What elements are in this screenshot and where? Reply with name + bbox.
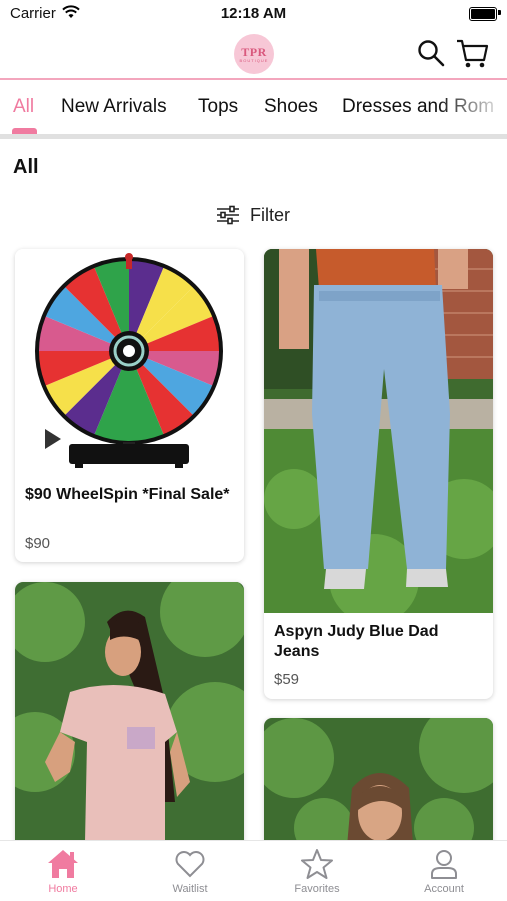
tab-favorites-label: Favorites	[294, 883, 340, 895]
bottom-tab-bar: Home Waitlist Favorites Account	[0, 840, 507, 901]
product-image-prize-wheel	[15, 249, 244, 477]
tab-new-arrivals[interactable]: New Arrivals	[61, 96, 167, 118]
tab-account[interactable]: Account	[381, 841, 507, 901]
battery-icon	[469, 7, 497, 21]
home-icon	[48, 850, 78, 878]
product-card[interactable]	[264, 718, 493, 858]
tab-waitlist[interactable]: Waitlist	[127, 841, 253, 901]
tab-home-label: Home	[48, 883, 78, 895]
product-card[interactable]: $90 WheelSpin *Final Sale* $90	[15, 249, 244, 562]
tab-shoes[interactable]: Shoes	[264, 96, 318, 118]
star-icon	[301, 849, 333, 879]
tabs-divider	[0, 134, 507, 139]
search-icon[interactable]	[416, 38, 446, 68]
product-price: $90	[25, 535, 51, 552]
person-icon	[431, 850, 457, 879]
category-tabs: All New Arrivals Tops Shoes Dresses and …	[0, 80, 507, 136]
cart-icon[interactable]	[455, 36, 489, 70]
tab-waitlist-label: Waitlist	[172, 883, 208, 895]
product-name: Aspyn Judy Blue Dad Jeans	[274, 623, 439, 660]
tab-home[interactable]: Home	[0, 841, 126, 901]
tabs-fade	[437, 80, 507, 136]
product-image-jeans-model	[264, 249, 493, 613]
app-header: TPR BOUTIQUE	[0, 28, 507, 80]
logo-text: TPR	[241, 44, 267, 59]
product-image-pink-top-model	[15, 582, 244, 852]
product-image-model-portrait	[264, 718, 493, 858]
brand-logo[interactable]: TPR BOUTIQUE	[234, 34, 274, 74]
product-price: $59	[274, 671, 300, 688]
battery-nub	[498, 10, 501, 15]
tab-account-label: Account	[424, 883, 464, 895]
product-name: $90 WheelSpin *Final Sale*	[25, 486, 230, 503]
filter-sliders-icon	[217, 205, 239, 225]
heart-icon	[175, 851, 205, 878]
logo-subtext: BOUTIQUE	[239, 57, 269, 63]
product-card[interactable]: Aspyn Judy Blue Dad Jeans $59	[264, 249, 493, 699]
tab-tops[interactable]: Tops	[198, 96, 238, 118]
filter-button[interactable]: Filter	[216, 203, 290, 227]
section-title: All	[13, 156, 39, 178]
product-card[interactable]	[15, 582, 244, 852]
clock: 12:18 AM	[220, 5, 287, 22]
status-bar: Carrier 12:18 AM	[0, 0, 507, 28]
tab-all[interactable]: All	[13, 96, 34, 118]
tab-favorites[interactable]: Favorites	[254, 841, 380, 901]
filter-label: Filter	[250, 204, 290, 225]
